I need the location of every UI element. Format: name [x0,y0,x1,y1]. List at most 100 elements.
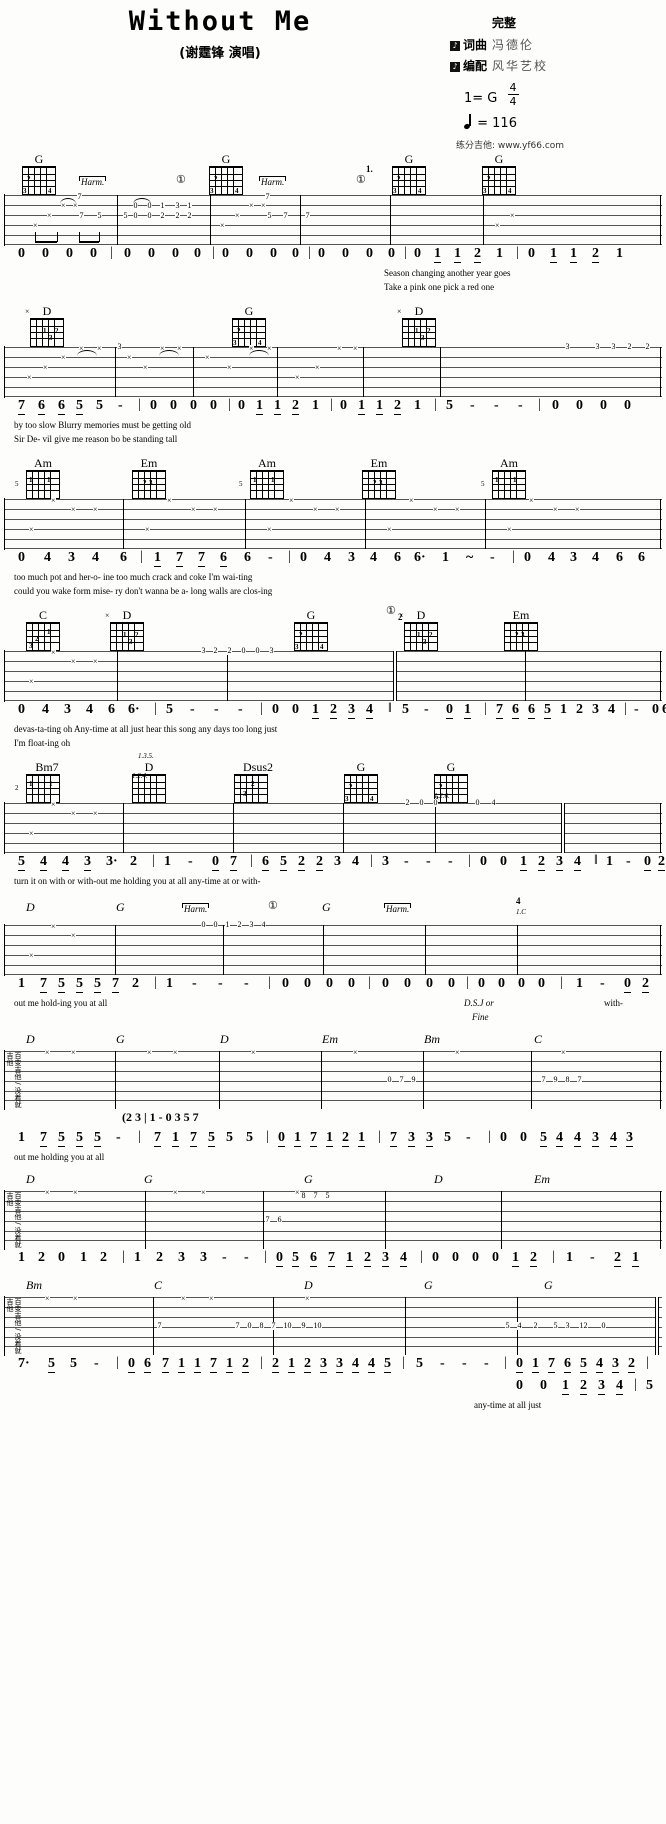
lyric-line-3b: could you wake form mise- ry don't wanna… [4,586,662,600]
staff-system-5: Bm7 2 1 1 D 1.3.5. 1.2.4. Dsus2 2 3 [4,752,665,890]
chord-name-Bm: Bm [424,1032,440,1046]
fretboard-grid: 5 1 1 [481,470,526,499]
chord-diagram-Em[interactable]: Em 2 3 [504,608,538,651]
lyric-text: out me hold-ing you at all [14,998,108,1008]
lyric-text: Season changing another year goes [384,268,511,278]
lyric-text: turn it on with or with-out me holding y… [14,876,261,886]
finger-dot: 1 [495,476,499,484]
fine-annotation: Fine [472,1012,489,1022]
key-signature: 1= G 4 4 [464,82,660,107]
chord-diagram-Am[interactable]: Am 5 1 1 [15,457,60,499]
muted-string-x: × [399,611,404,620]
fretboard-grid: 2 3 4 [294,622,328,651]
lyric-line-2b: Sir De- vil give me reason bo be standin… [4,434,662,448]
lyric-line-4a: devas-ta-ting oh Any-time at all just he… [4,724,662,738]
chord-diagram-C[interactable]: C 1 2 3 [26,608,60,651]
chord-diagram-D[interactable]: × D 1 2 3 [397,305,436,347]
chord-diagram-G[interactable]: G 1.2.6. 2 3 [434,761,468,803]
sheet-header: Without Me (谢霆锋 演唱) 完整 ♪ 词曲 冯德伦 ♪ 编配 风华艺校 1=… [0,0,666,151]
upper-numbers: (2 3 | 1 - 0 3 5 7 [122,1110,199,1124]
finger-dot: 2 [135,631,139,639]
chord-name: G [356,760,366,774]
lyric-line-3a: too much pot and her-o- ine too much cra… [4,572,662,586]
finger-dot: 3 [243,790,247,798]
finger-dot: 3 [129,638,133,646]
chord-diagram-G[interactable]: G 2 3 4 [232,305,266,347]
finger-dot: 2 [397,175,401,183]
chord-diagram-G[interactable]: G 2 3 4 [22,153,56,195]
finger-dot: 2 [349,783,353,791]
chord-name: Am [500,456,518,470]
complete-label: 完整 [492,16,517,30]
chord-name: G [494,152,504,166]
chord-name-G: G [116,1032,125,1046]
staff-system-4: C 1 2 3 × D 1 2 3 ① 2 G 2 3 4 × D 1 2 3 … [4,604,666,752]
chord-diagram-Am[interactable]: Am 5 1 1 [481,456,526,499]
fretboard-grid: 2 3 4 [22,166,56,195]
lyric-line-7a: out me holding you at all [4,1152,662,1166]
sheet-music-page: Without Me (谢霆锋 演唱) 完整 ♪ 词曲 冯德伦 ♪ 编配 风华艺校 1=… [0,0,666,1824]
fret-position-label: 5 [15,480,19,488]
lyric-line-5a: turn it on with or with-out me holding y… [4,876,662,890]
finger-dot: 2 [251,780,255,788]
chord-diagram-D[interactable]: × D 1 2 3 [105,609,144,651]
finger-dot: 3 [379,479,383,487]
chord-diagram-G[interactable]: G 2 3 4 [344,760,378,803]
finger-dot: 3 [149,479,153,487]
finger-dot: 1 [43,327,47,335]
chord-name-Em: Em [534,1172,550,1186]
harmonic-marking: Harm. [384,903,412,914]
lyric-text: out me holding you at all [14,1152,105,1162]
harmonic-marking: Harm. [259,176,287,187]
finger-dot: 2 [299,631,303,639]
fretboard-grid: 1 2 3 [30,318,64,347]
chord-diagram-G[interactable]: G 2 3 4 [209,153,243,195]
finger-dot: 2 [55,327,59,335]
chord-diagram-row-3: Am 5 1 1 Em 2 3 Am 5 1 1 Em 2 3 Am 5 1 1 [4,452,662,499]
fret-position-label: 5 [239,480,243,488]
fretboard-grid: 1 2 3 [404,622,438,651]
numbered-notation-7: 17 55 5- | 71 75 55 | 01 71 21 | 73 35 -… [18,1129,633,1147]
chord-diagram-Am[interactable]: Am 5 1 1 [239,457,284,499]
finger-dot: 2 [237,327,241,335]
chord-name-D: D [220,1032,229,1046]
chord-name: C [38,608,47,622]
chord-name: Em [512,608,530,622]
fretboard-grid: 1 2 3 [402,318,436,347]
chord-name-G: G [116,900,125,914]
lyric-line-2a: by too slow Blurry memories must be gett… [4,420,662,434]
segno-sign: ① [268,900,278,912]
finger-dot: 1 [47,628,51,636]
tail-lyric: with- [604,998,623,1008]
chord-diagram-Dsus2[interactable]: Dsus2 2 3 [234,760,282,803]
credit-value-lyrics: 冯德伦 [492,38,535,52]
chord-name: Dsus2 [242,760,273,774]
chord-diagram-D[interactable]: D 1.3.5. 1.2.4. [132,752,166,803]
chord-diagram-Em[interactable]: Em 2 3 [132,457,166,499]
chord-diagram-G[interactable]: G 2 3 4 [294,609,328,651]
chord-name-G: G [424,1278,433,1292]
fretboard-grid: 2 3 4 [209,166,243,195]
chord-diagram-D[interactable]: × D 1 2 3 [399,609,438,651]
chord-name-C: C [534,1032,543,1046]
credit-label-arrangement: 编配 [463,59,488,73]
chord-name-D: D [434,1172,443,1186]
chord-diagram-G[interactable]: G 2 3 4 [482,152,516,195]
chord-diagram-D[interactable]: × D 1 2 3 [25,305,64,347]
staff-system-1: G 2 3 4 Harm. ① G 2 3 4 Harm. ① 1. G 2 3… [4,148,662,296]
chord-name-G: G [322,900,331,914]
lyric-text: any-time at all just [474,1400,542,1410]
chord-diagram-Bm7[interactable]: Bm7 2 1 1 [15,760,68,803]
lyric-text: could you wake form mise- ry don't wanna… [14,586,273,596]
chord-diagram-G[interactable]: G 2 3 4 [392,153,426,195]
finger-dot: 3 [421,334,425,342]
fretboard-grid: 2 3 [434,774,468,803]
muted-string-x: × [25,307,30,316]
chord-name: Bm7 [35,760,59,774]
chord-diagram-Em[interactable]: Em 2 3 [362,457,396,499]
muted-string-x: × [105,611,110,620]
tempo-value: = 116 [477,116,517,131]
tab-staff: × × × × 2 0 0 0 4 [4,799,662,854]
numbered-notation-5: 54 43 3· 2 | 1- 07 | 65 22 34 | 3- -- | 0… [18,853,665,871]
staff-system-3: Am 5 1 1 Em 2 3 Am 5 1 1 Em 2 3 Am 5 1 1… [4,452,662,600]
